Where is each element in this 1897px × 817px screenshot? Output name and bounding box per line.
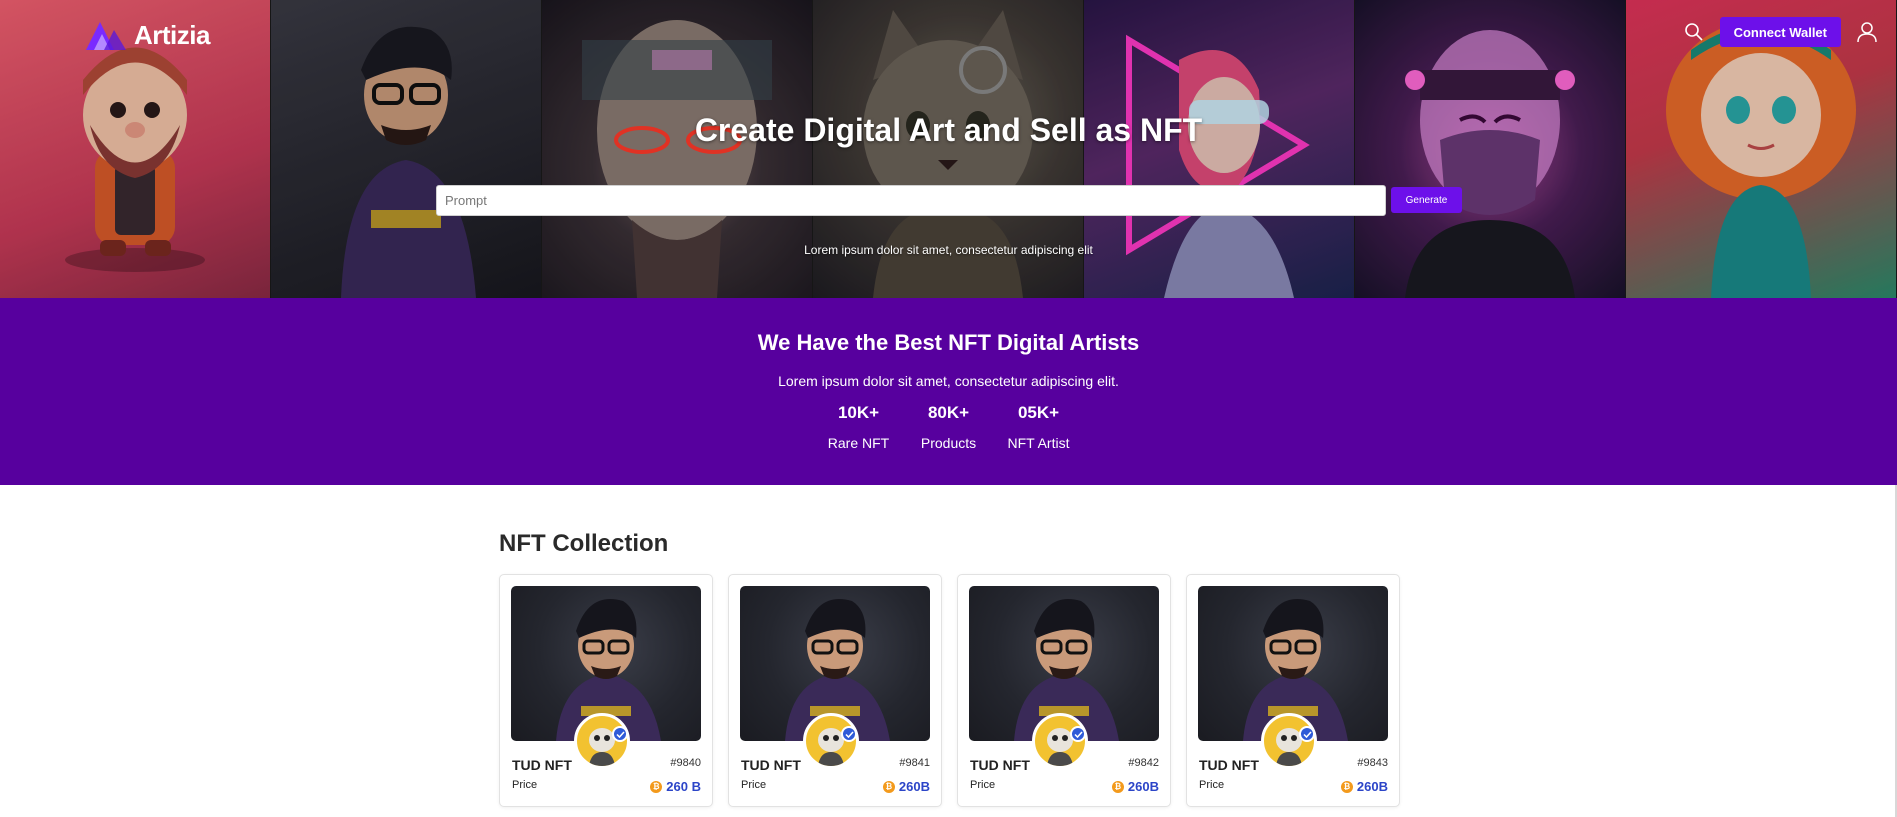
logo-text: Artizia [134,19,210,50]
price-value: 260B [1127,779,1159,794]
bitcoin-icon: ₿ [1340,780,1353,793]
nft-price: ₿ 260B [1340,779,1388,794]
bitcoin-icon: ₿ [882,780,895,793]
stat-products: 80K+ Products [904,402,994,451]
logo[interactable]: Artizia [82,18,210,52]
stats-row: 10K+ Rare NFT 80K+ Products 05K+ NFT Art… [0,402,1897,451]
price-value: 260 B [666,779,701,794]
stat-label: Rare NFT [827,435,890,451]
bitcoin-icon: ₿ [650,780,663,793]
artists-subtitle: Lorem ipsum dolor sit amet, consectetur … [778,373,1119,389]
prompt-input[interactable] [436,185,1386,216]
logo-mark-icon [82,18,128,52]
hero-subtitle: Lorem ipsum dolor sit amet, consectetur … [804,243,1093,257]
price-label: Price [512,779,538,791]
stat-value: 80K+ [927,403,970,422]
nft-name: TUD NFT [741,757,801,773]
collection-title: NFT Collection [499,530,669,557]
connect-wallet-button[interactable]: Connect Wallet [1719,17,1841,47]
nft-price: ₿ 260B [1111,779,1159,794]
price-value: 260B [898,779,930,794]
bitcoin-icon: ₿ [1111,780,1124,793]
prompt-row: Generate [436,185,1462,216]
nft-id: #9841 [899,757,930,769]
nft-price: ₿ 260B [882,779,930,794]
user-icon[interactable] [1855,20,1879,44]
nft-card-list: TUD NFT #9840 Price ₿ 260 B TUD NFT #984… [499,574,1400,807]
price-label: Price [741,779,767,791]
nft-card[interactable]: TUD NFT #9840 Price ₿ 260 B [499,574,713,807]
nft-name: TUD NFT [512,757,572,773]
header-actions: Connect Wallet [1682,17,1879,47]
generate-button[interactable]: Generate [1391,187,1462,213]
nft-price: ₿ 260 B [650,779,701,794]
search-icon[interactable] [1682,20,1706,44]
stat-value: 05K+ [1017,403,1060,422]
verified-badge-icon [1299,726,1315,742]
price-label: Price [1199,779,1225,791]
stat-label: NFT Artist [1007,435,1070,451]
artists-title: We Have the Best NFT Digital Artists [757,330,1140,355]
price-value: 260B [1356,779,1388,794]
nft-card[interactable]: TUD NFT #9841 Price ₿ 260B [728,574,942,807]
nft-card[interactable]: TUD NFT #9842 Price ₿ 260B [957,574,1171,807]
nft-id: #9840 [670,757,701,769]
verified-badge-icon [612,726,628,742]
verified-badge-icon [841,726,857,742]
nft-name: TUD NFT [970,757,1030,773]
nft-id: #9842 [1128,757,1159,769]
hero-banner: Artizia Connect Wallet Create Digital Ar… [0,0,1897,298]
verified-badge-icon [1070,726,1086,742]
nft-card[interactable]: TUD NFT #9843 Price ₿ 260B [1186,574,1400,807]
hero-title: Create Digital Art and Sell as NFT [694,112,1203,148]
nft-name: TUD NFT [1199,757,1259,773]
nft-id: #9843 [1357,757,1388,769]
stat-value: 10K+ [837,403,880,422]
stat-nft-artist: 05K+ NFT Artist [994,402,1084,451]
price-label: Price [970,779,996,791]
stat-label: Products [920,435,977,451]
stat-rare-nft: 10K+ Rare NFT [814,402,904,451]
artists-section: We Have the Best NFT Digital Artists Lor… [0,298,1897,485]
